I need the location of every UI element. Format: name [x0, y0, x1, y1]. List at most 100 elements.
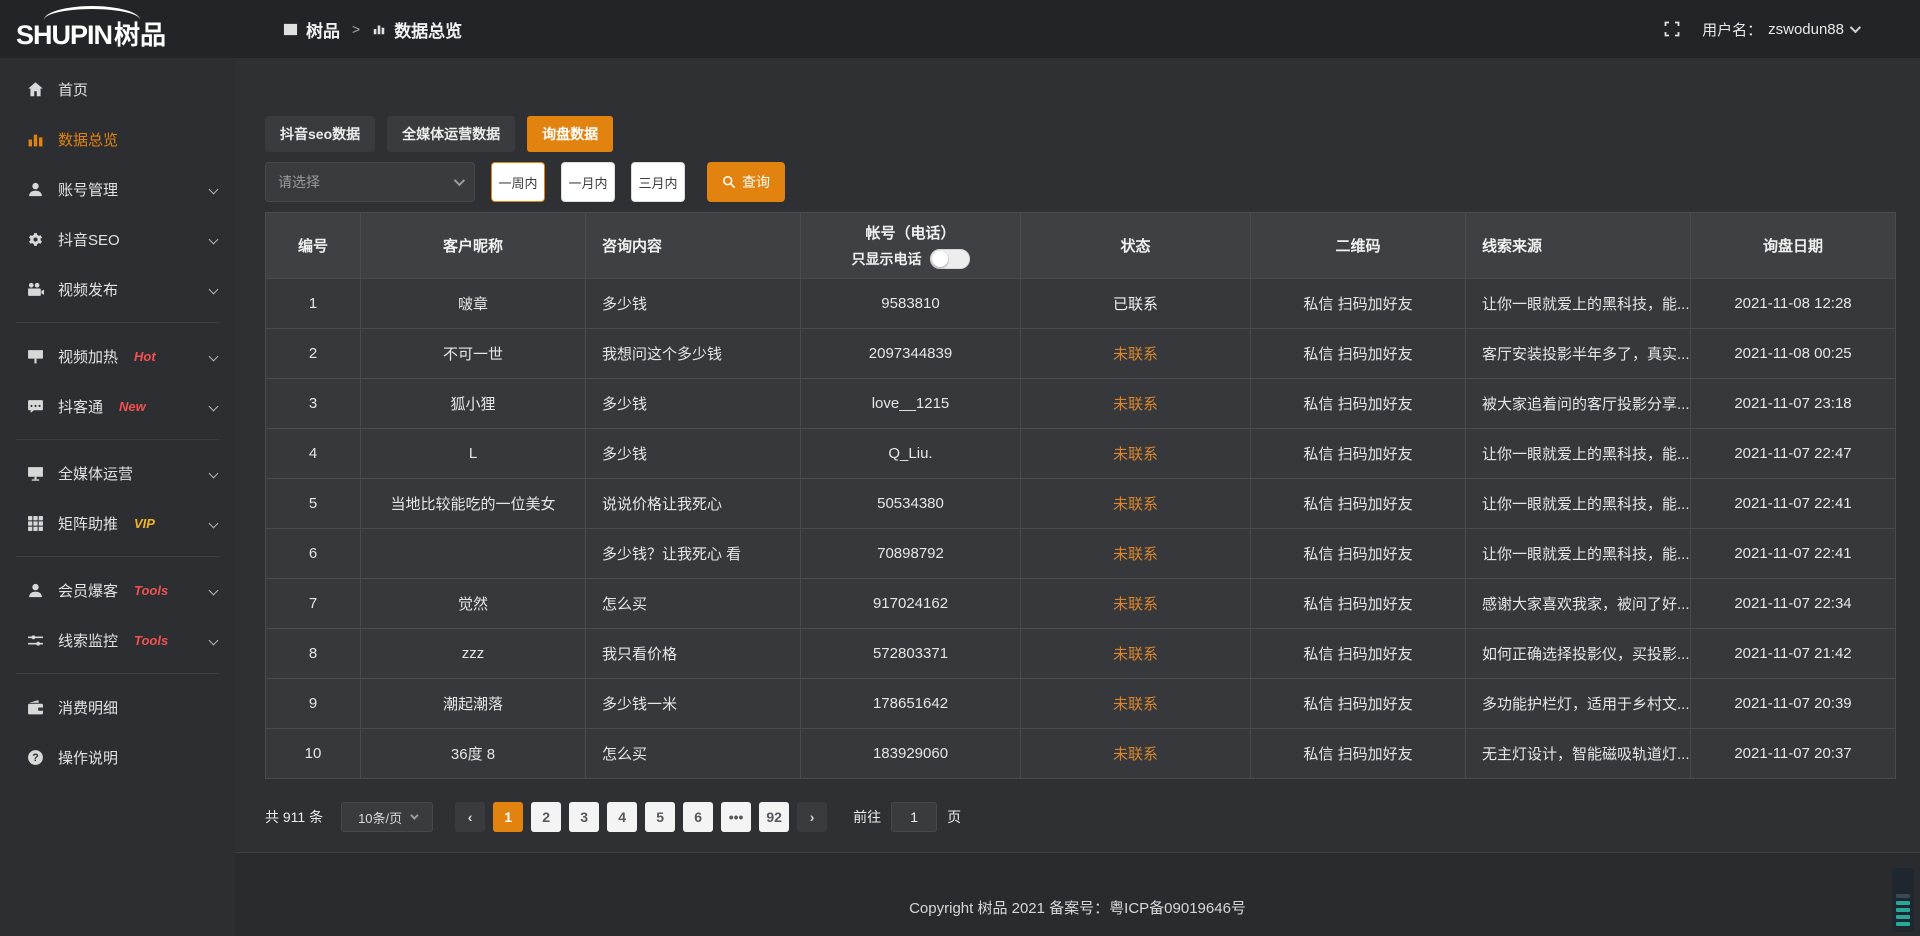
sidebar-item-omnimedia[interactable]: 全媒体运营 — [0, 448, 235, 498]
next-page-button[interactable]: › — [797, 802, 827, 832]
search-button[interactable]: 查询 — [707, 162, 785, 202]
header-content: 咨询内容 — [586, 213, 801, 279]
sidebar-item-data-overview[interactable]: 数据总览 — [0, 114, 235, 164]
source-link[interactable]: 让你一眼就爱上的黑科技，能... — [1466, 479, 1691, 529]
period-month-button[interactable]: 一月内 — [561, 162, 615, 202]
page-button-1[interactable]: 1 — [493, 802, 523, 832]
sidebar-item-account-management[interactable]: 账号管理 — [0, 164, 235, 214]
cell-account: 572803371 — [801, 629, 1021, 679]
page-size-select[interactable]: 10条/页 — [341, 802, 433, 832]
header-no: 编号 — [266, 213, 361, 279]
source-link[interactable]: 无主灯设计，智能磁吸轨道灯... — [1466, 729, 1691, 779]
top-bar: SHUPIN树品 树品 > 数据总览 用户名： zswodun88 — [0, 0, 1920, 58]
source-link[interactable]: 如何正确选择投影仪，买投影... — [1466, 629, 1691, 679]
page-button-4[interactable]: 4 — [607, 802, 637, 832]
logo-text: SHUPIN树品 — [16, 15, 166, 52]
cell-account: 9583810 — [801, 279, 1021, 329]
page-button-6[interactable]: 6 — [683, 802, 713, 832]
user-menu[interactable]: 用户名： zswodun88 — [1702, 19, 1858, 40]
qrcode-links[interactable]: 私信 扫码加好友 — [1251, 429, 1466, 479]
period-quarter-button[interactable]: 三月内 — [631, 162, 685, 202]
qrcode-links[interactable]: 私信 扫码加好友 — [1251, 529, 1466, 579]
account-select[interactable]: 请选择 — [265, 162, 475, 202]
sidebar-item-label: 线索监控 — [58, 630, 118, 651]
sidebar: 首页 数据总览 账号管理 抖音SEO 视频发布 视频加热 Hot 抖客通 New… — [0, 58, 235, 936]
data-tabs: 抖音seo数据 全媒体运营数据 询盘数据 — [265, 116, 613, 152]
status-badge: 未联系 — [1021, 729, 1251, 779]
total-count: 共 911 条 — [265, 807, 323, 827]
sidebar-item-home[interactable]: 首页 — [0, 64, 235, 114]
sidebar-item-instructions[interactable]: ? 操作说明 — [0, 732, 235, 782]
search-button-label: 查询 — [742, 172, 770, 192]
source-link[interactable]: 客厅安装投影半年多了，真实... — [1466, 329, 1691, 379]
cell-date: 2021-11-07 22:34 — [1691, 579, 1896, 629]
floating-corner-widget[interactable] — [1892, 868, 1914, 932]
cell-content: 多少钱一米 — [586, 679, 801, 729]
cell-date: 2021-11-07 22:41 — [1691, 479, 1896, 529]
prev-page-button[interactable]: ‹ — [455, 802, 485, 832]
status-badge: 未联系 — [1021, 679, 1251, 729]
page-button-5[interactable]: 5 — [645, 802, 675, 832]
video-camera-icon — [27, 281, 44, 298]
cell-date: 2021-11-07 20:37 — [1691, 729, 1896, 779]
cell-account: 917024162 — [801, 579, 1021, 629]
table-row: 3 狐小狸 多少钱 love__1215 未联系 私信 扫码加好友 被大家追着问… — [266, 379, 1896, 429]
status-badge: 未联系 — [1021, 479, 1251, 529]
inquiry-table: 编号 客户昵称 咨询内容 帐号（电话） 只显示电话 状态 二维码 线索来源 询盘… — [265, 212, 1896, 779]
table-row: 8 zzz 我只看价格 572803371 未联系 私信 扫码加好友 如何正确选… — [266, 629, 1896, 679]
cell-no: 6 — [266, 529, 361, 579]
page-button-2[interactable]: 2 — [531, 802, 561, 832]
source-link[interactable]: 多功能护栏灯，适用于乡村文... — [1466, 679, 1691, 729]
sidebar-item-label: 操作说明 — [58, 747, 118, 768]
tab-inquiry-data[interactable]: 询盘数据 — [527, 116, 613, 152]
sidebar-item-member-burst[interactable]: 会员爆客 Tools — [0, 565, 235, 615]
fullscreen-icon[interactable] — [1664, 21, 1680, 37]
breadcrumb-app[interactable]: 树品 — [306, 17, 340, 42]
qrcode-links[interactable]: 私信 扫码加好友 — [1251, 329, 1466, 379]
sidebar-item-label: 抖客通 — [58, 396, 103, 417]
source-link[interactable]: 让你一眼就爱上的黑科技，能... — [1466, 279, 1691, 329]
brand-logo: SHUPIN树品 — [0, 0, 235, 58]
sidebar-item-video-heating[interactable]: 视频加热 Hot — [0, 331, 235, 381]
qrcode-links[interactable]: 私信 扫码加好友 — [1251, 729, 1466, 779]
page-button-92[interactable]: 92 — [759, 802, 789, 832]
cell-date: 2021-11-07 21:42 — [1691, 629, 1896, 679]
chat-bubble-icon — [27, 398, 44, 415]
period-week-button[interactable]: 一周内 — [491, 162, 545, 202]
page-button-3[interactable]: 3 — [569, 802, 599, 832]
goto-page-input[interactable] — [891, 802, 937, 832]
cell-content: 多少钱 — [586, 379, 801, 429]
qrcode-links[interactable]: 私信 扫码加好友 — [1251, 279, 1466, 329]
source-link[interactable]: 让你一眼就爱上的黑科技，能... — [1466, 529, 1691, 579]
goto-suffix: 页 — [947, 807, 961, 827]
header-status: 状态 — [1021, 213, 1251, 279]
sidebar-item-spending-details[interactable]: 消费明细 — [0, 682, 235, 732]
cell-nickname: zzz — [361, 629, 586, 679]
qrcode-links[interactable]: 私信 扫码加好友 — [1251, 629, 1466, 679]
source-link[interactable]: 感谢大家喜欢我家，被问了好... — [1466, 579, 1691, 629]
phone-only-toggle[interactable] — [930, 249, 970, 269]
sidebar-item-matrix-boost[interactable]: 矩阵助推 VIP — [0, 498, 235, 548]
sidebar-item-douyin-seo[interactable]: 抖音SEO — [0, 214, 235, 264]
cell-date: 2021-11-07 22:47 — [1691, 429, 1896, 479]
sidebar-item-lead-monitor[interactable]: 线索监控 Tools — [0, 615, 235, 665]
sidebar-item-doukewtong[interactable]: 抖客通 New — [0, 381, 235, 431]
tab-omnimedia-data[interactable]: 全媒体运营数据 — [387, 116, 515, 152]
username-value: zswodun88 — [1768, 21, 1844, 38]
cell-nickname: 觉然 — [361, 579, 586, 629]
sidebar-divider — [16, 322, 219, 323]
qrcode-links[interactable]: 私信 扫码加好友 — [1251, 379, 1466, 429]
sidebar-item-video-publish[interactable]: 视频发布 — [0, 264, 235, 314]
logo-latin: SHUPIN — [16, 20, 112, 50]
qrcode-links[interactable]: 私信 扫码加好友 — [1251, 479, 1466, 529]
cell-account: 2097344839 — [801, 329, 1021, 379]
source-link[interactable]: 被大家追着问的客厅投影分享... — [1466, 379, 1691, 429]
qrcode-links[interactable]: 私信 扫码加好友 — [1251, 579, 1466, 629]
qrcode-links[interactable]: 私信 扫码加好友 — [1251, 679, 1466, 729]
source-link[interactable]: 让你一眼就爱上的黑科技，能... — [1466, 429, 1691, 479]
pagination: 共 911 条 10条/页 ‹ 1 2 3 4 5 6 ••• 92 › 前往 … — [265, 802, 961, 832]
chevron-down-icon — [209, 635, 219, 645]
cell-no: 1 — [266, 279, 361, 329]
tab-douyin-seo-data[interactable]: 抖音seo数据 — [265, 116, 375, 152]
page-ellipsis[interactable]: ••• — [721, 802, 751, 832]
